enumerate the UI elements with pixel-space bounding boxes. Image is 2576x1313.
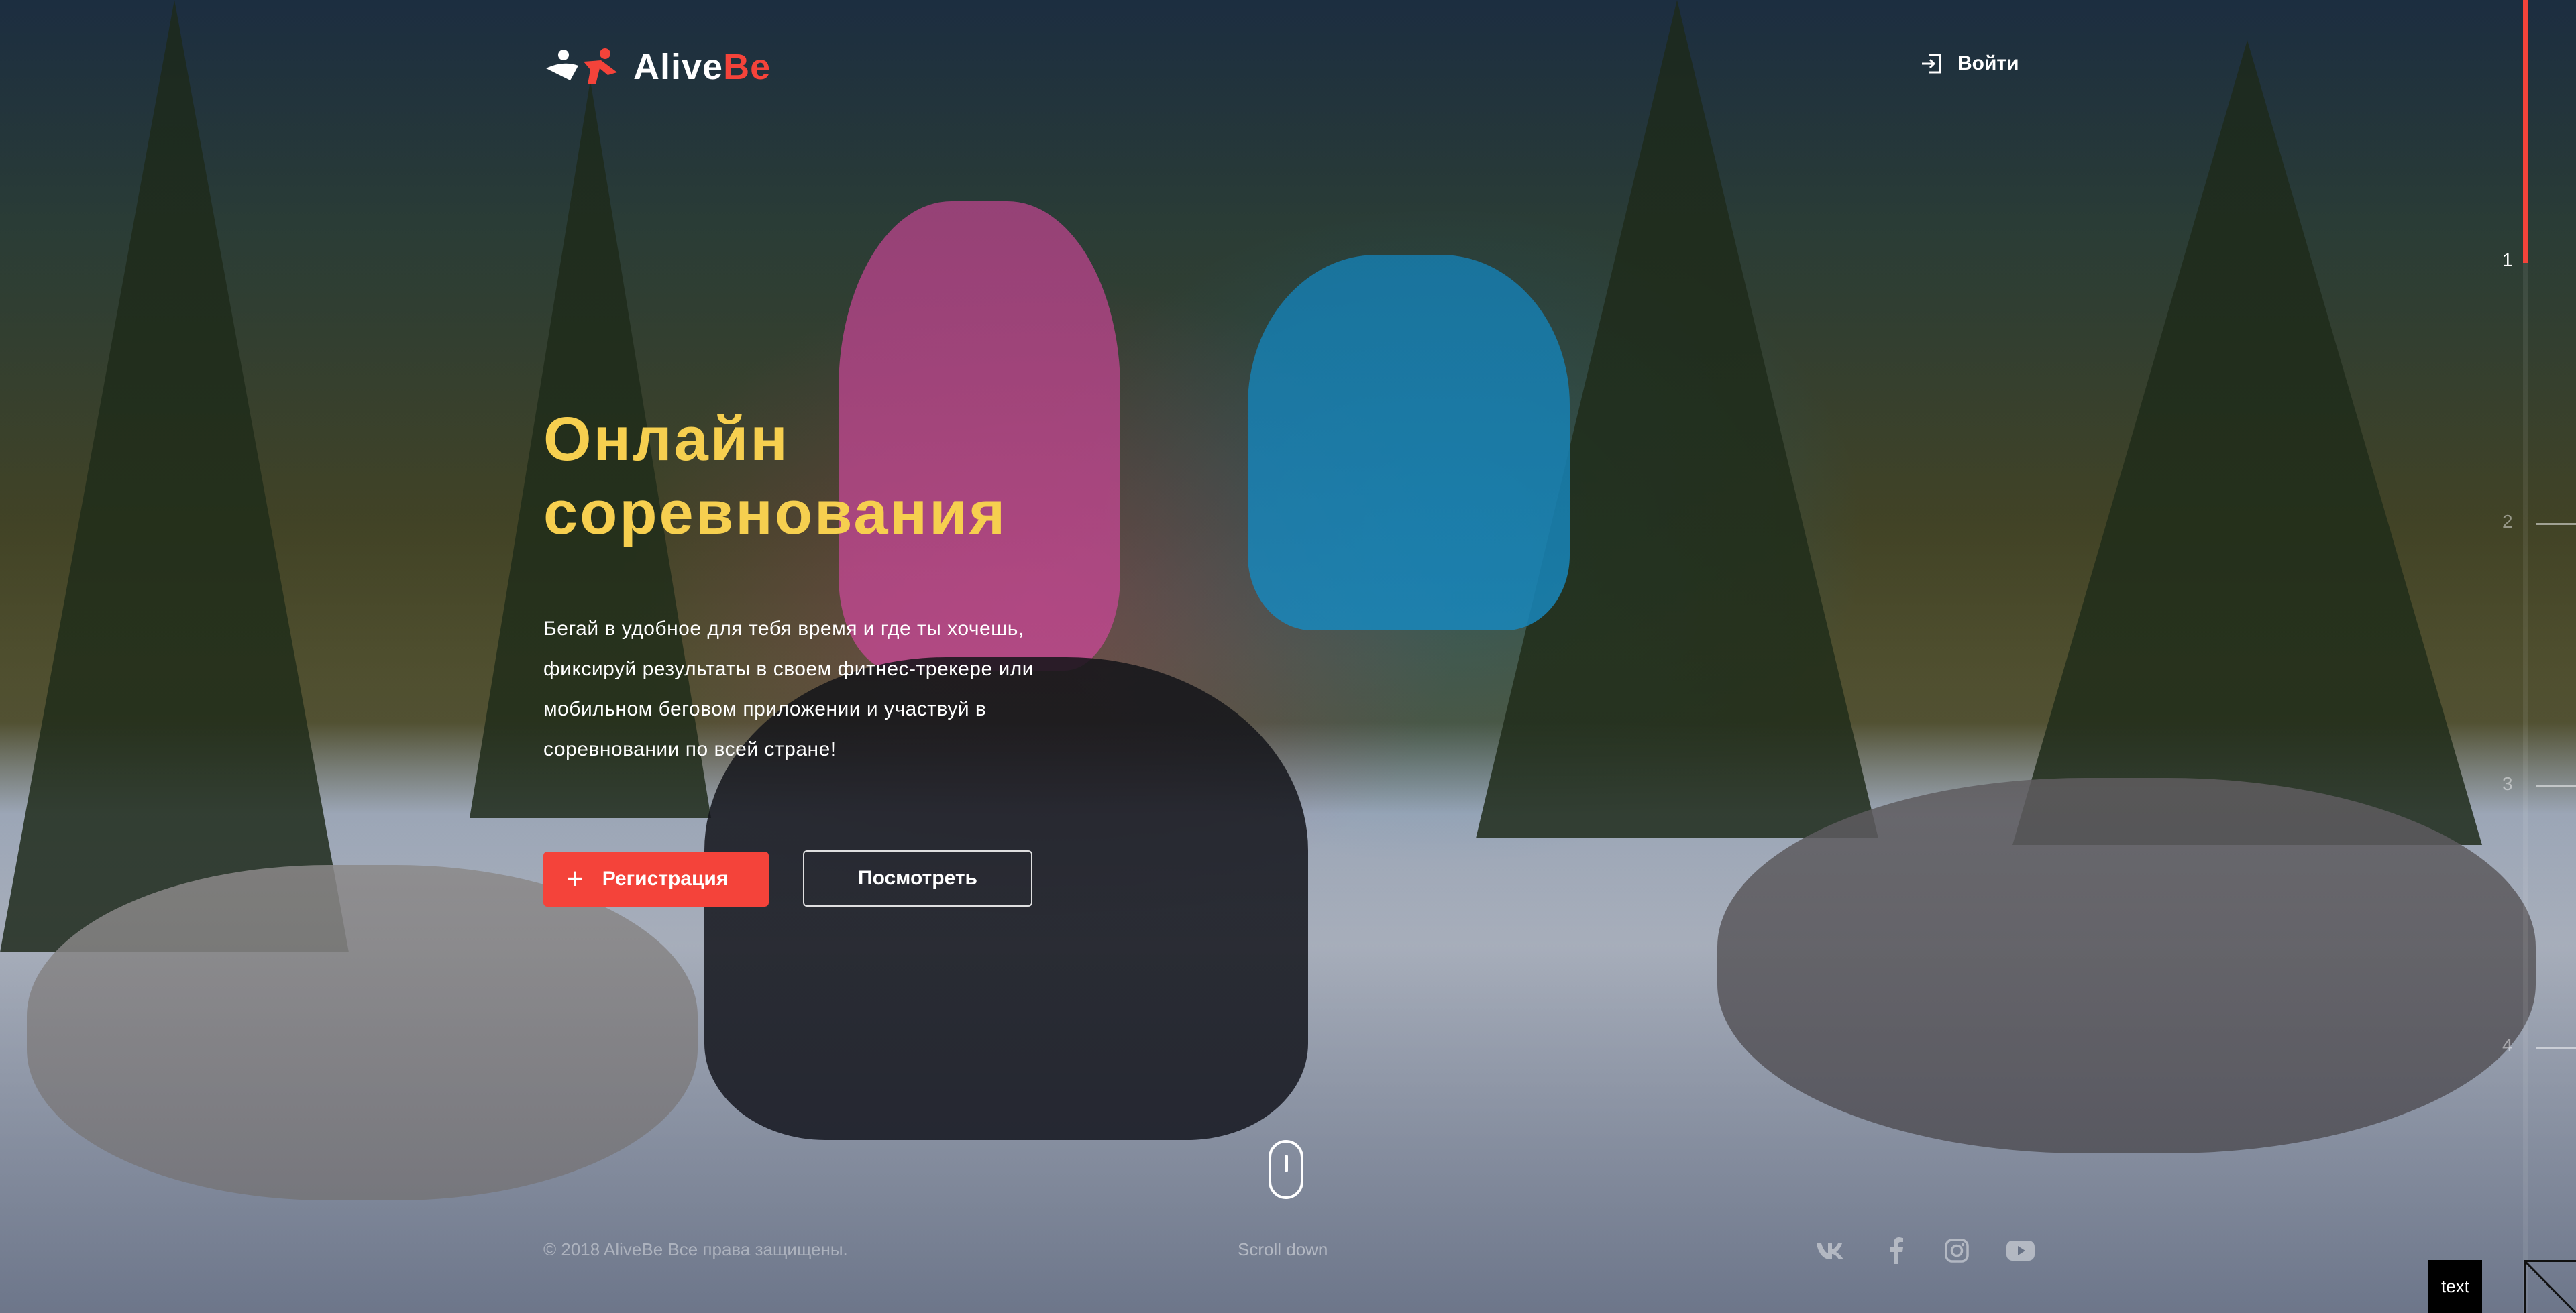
hero-title: Онлайн соревнования [543, 402, 1007, 550]
instagram-icon[interactable] [1942, 1236, 1972, 1265]
hero-title-line: соревнования [543, 479, 1008, 547]
view-label: Посмотреть [858, 867, 977, 889]
hero-title-line: Онлайн [543, 405, 790, 473]
pager-item-3[interactable]: 3 [2502, 773, 2513, 795]
youtube-icon[interactable] [2006, 1236, 2035, 1265]
hero-description: Бегай в удобное для тебя время и где ты … [543, 618, 1034, 760]
pager-marker [2536, 785, 2576, 787]
register-label: Регистрация [602, 868, 729, 890]
view-button[interactable]: Посмотреть [803, 850, 1032, 907]
corner-expand-icon[interactable] [2524, 1260, 2576, 1313]
hero-overlay [0, 0, 2576, 1313]
pager-marker [2536, 523, 2576, 525]
vk-icon[interactable] [1815, 1236, 1845, 1265]
facebook-icon[interactable] [1882, 1236, 1911, 1265]
pager-item-4[interactable]: 4 [2502, 1035, 2513, 1056]
pager-progress [2523, 0, 2528, 263]
plus-icon: + [566, 862, 584, 895]
pager-marker [2536, 260, 2576, 262]
login-button[interactable]: Войти [1920, 52, 2019, 75]
login-label: Войти [1957, 52, 2019, 74]
register-button[interactable]: + Регистрация [543, 852, 769, 907]
scroll-label[interactable]: Scroll down [1238, 1239, 1328, 1260]
login-icon [1922, 54, 1941, 74]
scroll-mouse-icon[interactable] [1269, 1140, 1303, 1199]
logo-runner-icon [546, 48, 617, 84]
copyright: © 2018 AliveBe Все права защищены. [543, 1239, 848, 1259]
logo[interactable]: AliveBe [543, 46, 771, 89]
logo-text: AliveBe [633, 47, 771, 87]
pager-marker [2536, 1047, 2576, 1049]
pager-item-1[interactable]: 1 [2502, 249, 2513, 271]
pager-item-2[interactable]: 2 [2502, 511, 2513, 532]
text-badge[interactable]: text [2428, 1260, 2482, 1313]
